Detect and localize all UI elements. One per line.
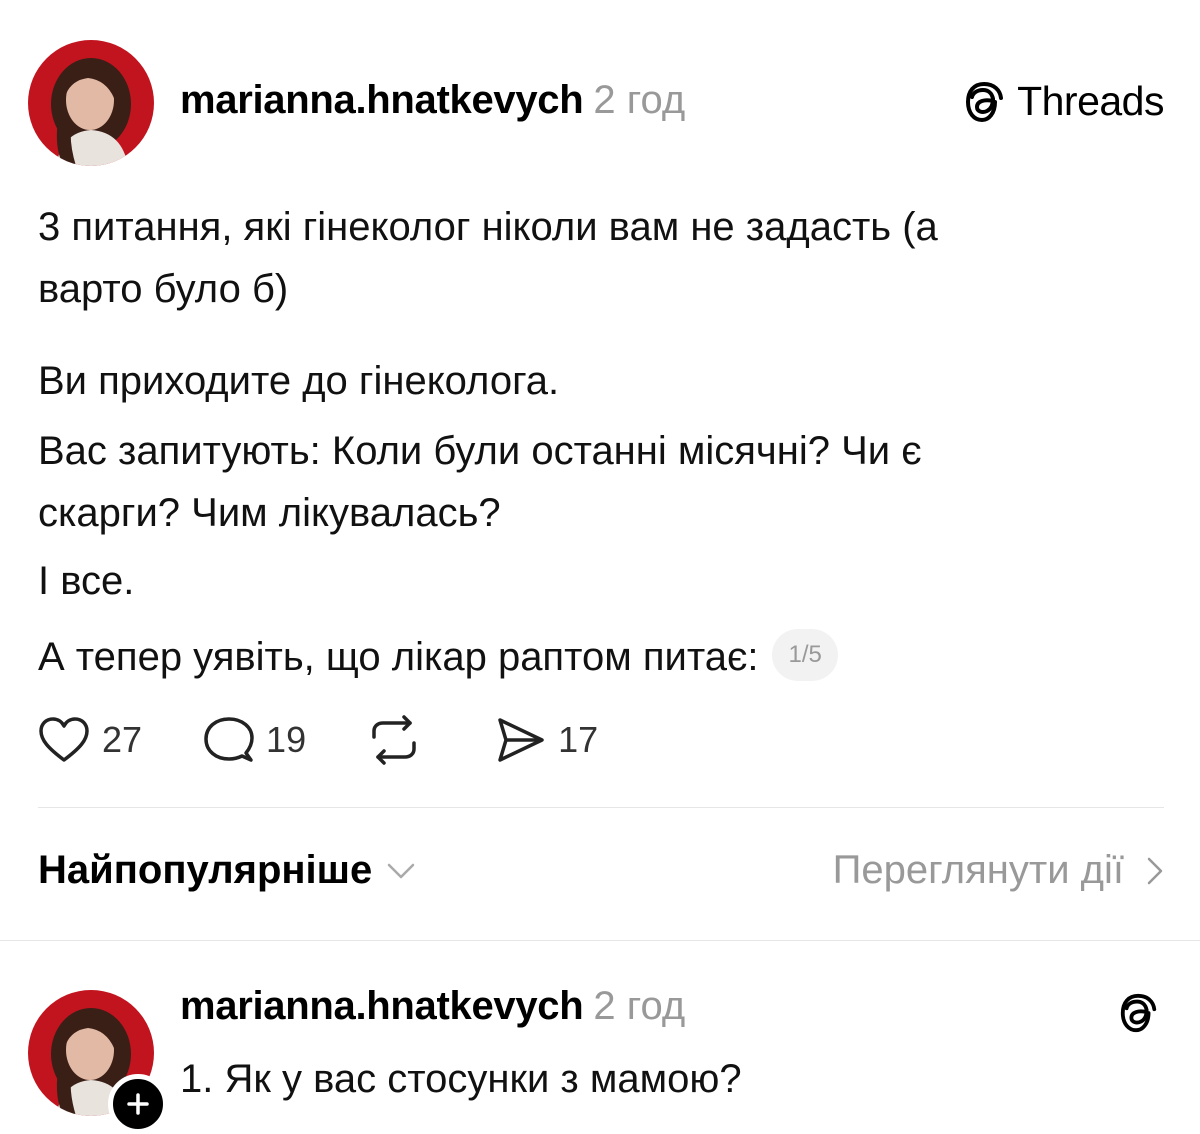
like-count: 27 xyxy=(102,719,143,760)
repost-icon xyxy=(372,715,416,765)
threads-brand[interactable]: Threads xyxy=(963,78,1164,125)
section-divider xyxy=(0,940,1200,941)
reply-username-text[interactable]: marianna.hnatkevych xyxy=(180,984,584,1028)
thread-pager-badge: 1/5 xyxy=(772,629,838,682)
post-text-line-1: 3 питання, які гінеколог ніколи вам не з… xyxy=(38,205,938,249)
view-activity-label: Переглянути дії xyxy=(832,848,1124,892)
share-count: 17 xyxy=(558,719,599,760)
plus-icon xyxy=(127,1093,149,1115)
send-icon xyxy=(498,718,544,762)
author-username[interactable]: marianna.hnatkevych 2 год xyxy=(180,78,685,123)
reply-author-username[interactable]: marianna.hnatkevych 2 год xyxy=(180,984,685,1029)
share-button[interactable]: 17 xyxy=(494,716,598,764)
comment-button[interactable]: 19 xyxy=(202,715,306,765)
post-text-line-3: Ви приходите до гінеколога. xyxy=(38,359,560,403)
post-time: 2 год xyxy=(593,78,686,122)
author-avatar[interactable] xyxy=(28,40,154,166)
threads-logo-icon xyxy=(1120,993,1157,1033)
chevron-down-icon xyxy=(388,863,415,878)
post-text-line-7-text: А тепер уявіть, що лікар раптом питає: xyxy=(38,635,759,679)
threads-logo-icon xyxy=(966,81,1004,122)
post-text-line-4: Вас запитують: Коли були останні місячні… xyxy=(38,429,922,473)
author-username-text[interactable]: marianna.hnatkevych xyxy=(180,78,584,122)
follow-plus-button[interactable] xyxy=(108,1074,168,1134)
repost-button[interactable] xyxy=(366,715,434,765)
view-activity-link[interactable]: Переглянути дії xyxy=(833,848,1164,893)
reply-text: 1. Як у вас стосунки з мамою? xyxy=(180,1057,742,1101)
reply-time: 2 год xyxy=(593,984,686,1028)
post-text-line-2: варто було б) xyxy=(38,267,289,311)
sort-dropdown[interactable]: Найпопулярніше xyxy=(38,848,416,893)
sort-label: Найпопулярніше xyxy=(38,848,373,892)
comment-bubble-icon xyxy=(204,717,254,762)
post-actions: 27 19 17 xyxy=(38,710,658,770)
post-text-line-5: скарги? Чим лікувалась? xyxy=(38,491,501,535)
post-text-line-7: А тепер уявіть, що лікар раптом питає: 1/… xyxy=(38,626,838,688)
heart-icon xyxy=(39,717,89,762)
comment-count: 19 xyxy=(266,719,307,760)
chevron-right-icon xyxy=(1147,857,1163,884)
post-text-line-6: І все. xyxy=(38,559,135,603)
post-divider xyxy=(38,807,1164,808)
like-button[interactable]: 27 xyxy=(38,716,142,764)
reply-threads-button[interactable] xyxy=(1118,990,1160,1041)
avatar-image xyxy=(28,40,154,166)
threads-brand-label: Threads xyxy=(1017,78,1164,124)
